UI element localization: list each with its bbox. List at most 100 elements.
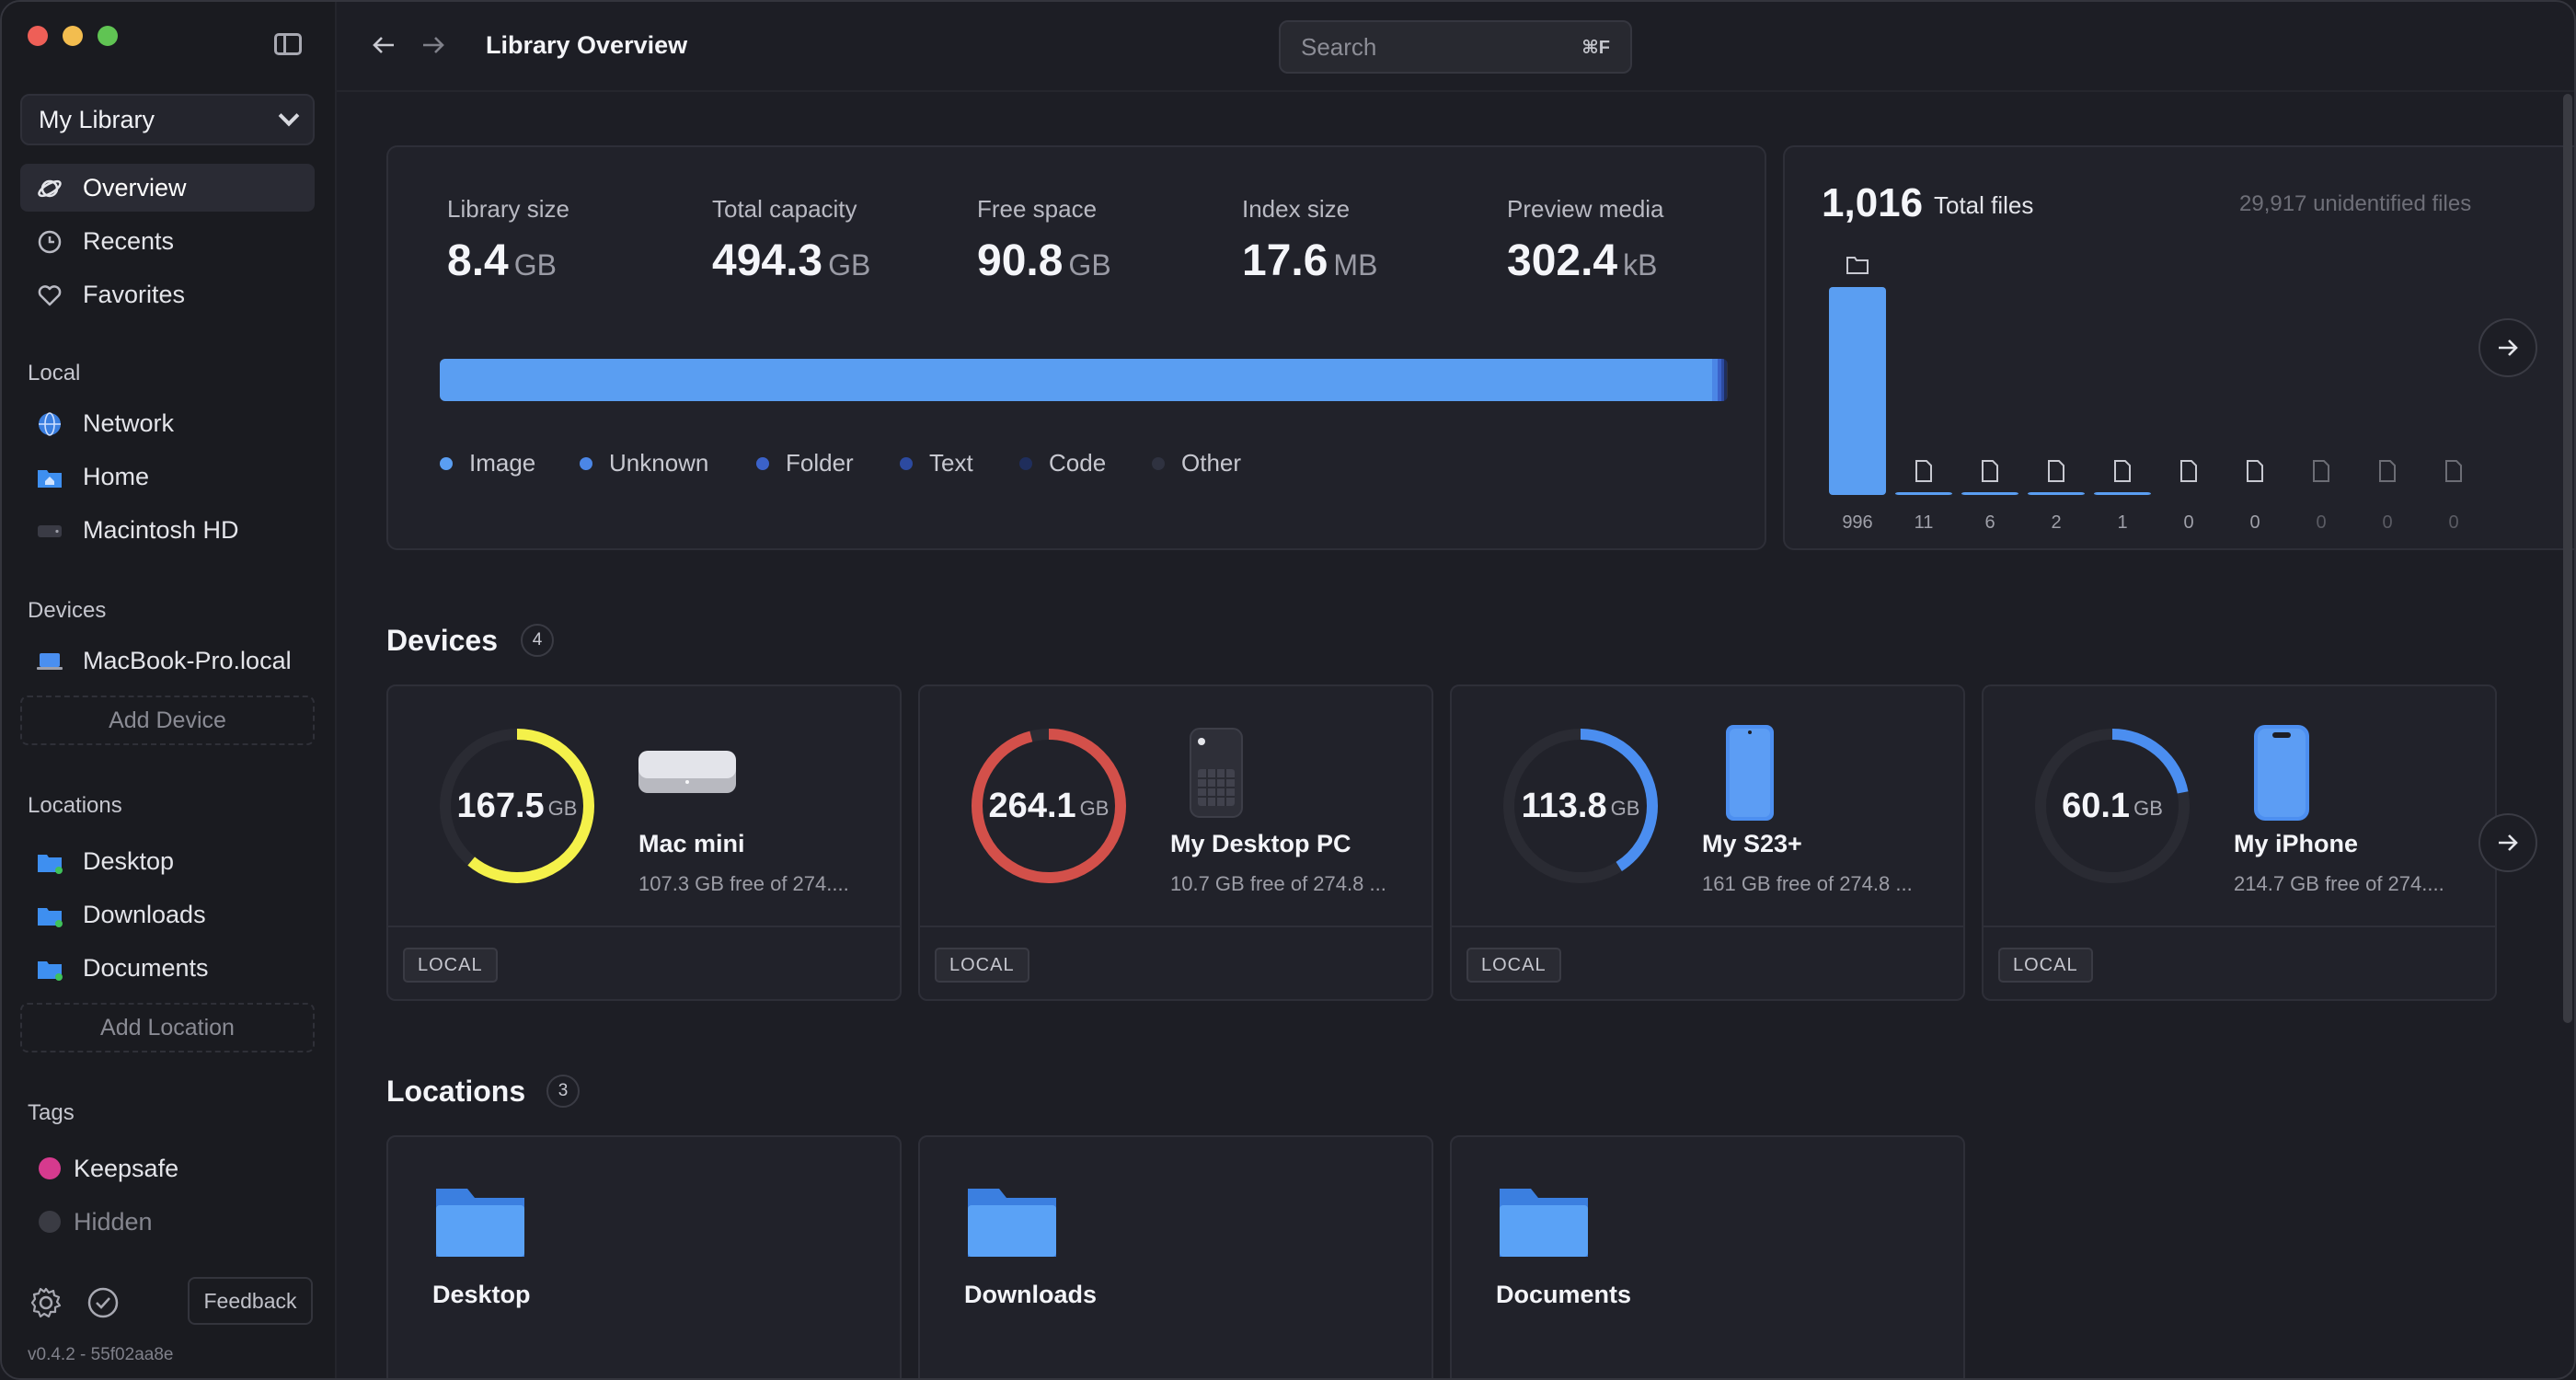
device-name: My Desktop PC [1170, 830, 1351, 857]
add-location-button[interactable]: Add Location [20, 1003, 315, 1052]
stat-value-total-capacity: 494.3 GB [712, 236, 871, 285]
globe-icon [39, 412, 61, 436]
sidebar-item-desktop[interactable]: Desktop [20, 837, 315, 885]
device-free-space: 10.7 GB free of 274.8 ... [1170, 872, 1386, 895]
library-selector[interactable]: My Library [20, 94, 315, 145]
legend-item-other: Other [1152, 449, 1241, 477]
folder-icon [968, 1189, 1056, 1257]
mac-mini-icon [638, 751, 736, 793]
zoom-window-button[interactable] [98, 26, 118, 46]
sidebar-item-macintosh-hd[interactable]: Macintosh HD [20, 506, 315, 554]
sidebar-item-macbook-pro[interactable]: MacBook-Pro.local [20, 637, 315, 684]
sidebar-item-label: Keepsafe [74, 1154, 179, 1182]
laptop-icon [37, 653, 63, 670]
desktop-tower-icon [1190, 728, 1243, 818]
stat-label: Index size [1242, 195, 1351, 223]
close-window-button[interactable] [28, 26, 48, 46]
device-name: Mac mini [638, 830, 745, 857]
bar-value-label: 0 [2249, 512, 2260, 533]
sidebar-item-tag-hidden[interactable]: Hidden [20, 1198, 315, 1246]
card-divider [1452, 926, 1963, 927]
sidebar-item-label: Home [83, 462, 150, 490]
storage-segment-image [440, 359, 1713, 401]
check-circle-icon[interactable] [86, 1286, 120, 1319]
legend-dot [1152, 456, 1165, 470]
sidebar-toggle-icon[interactable] [274, 33, 302, 55]
feedback-button[interactable]: Feedback [188, 1277, 313, 1325]
folder-icon [1500, 1189, 1588, 1257]
location-name: Desktop [432, 1281, 531, 1308]
text-icon [2114, 460, 2131, 482]
storage-segment-other [1726, 359, 1728, 401]
sidebar-item-documents[interactable]: Documents [20, 944, 315, 992]
stat-value-index-size: 17.6 MB [1242, 236, 1378, 285]
version-label: v0.4.2 - 55f02aa8e [28, 1345, 174, 1364]
unidentified-files-label: 29,917 unidentified files [2239, 191, 2472, 216]
folder-icon [38, 961, 63, 981]
sidebar: My Library Overview Recents Favorites Lo… [2, 2, 337, 1378]
search-shortcut: ⌘F [1581, 37, 1610, 58]
device-card-desktop-pc[interactable]: 264.1 GB My Desktop PC 10.7 GB free of 27… [918, 684, 1433, 1001]
back-arrow-icon[interactable] [370, 31, 397, 59]
sidebar-item-recents[interactable]: Recents [20, 217, 315, 265]
section-label-tags: Tags [28, 1100, 75, 1125]
clock-icon [38, 230, 62, 254]
orbit-icon [38, 179, 62, 198]
location-card-documents[interactable]: Documents [1450, 1135, 1965, 1378]
code-icon [1982, 460, 1998, 482]
sidebar-item-network[interactable]: Network [20, 399, 315, 447]
folder-icon [38, 855, 63, 874]
bar-value-label: 0 [2183, 512, 2193, 533]
vertical-scrollbar[interactable] [2563, 94, 2572, 1023]
devices-count-badge: 4 [521, 624, 554, 657]
next-arrow-button[interactable] [2478, 318, 2537, 377]
bar-unknown [1895, 492, 1952, 495]
sidebar-item-label: Hidden [74, 1207, 153, 1236]
location-card-desktop[interactable]: Desktop [386, 1135, 902, 1378]
legend-dot [756, 456, 769, 470]
stat-label: Free space [977, 195, 1098, 223]
local-badge: LOCAL [935, 948, 1029, 983]
location-card-downloads[interactable]: Downloads [918, 1135, 1433, 1378]
add-device-button[interactable]: Add Device [20, 696, 315, 745]
device-card-iphone[interactable]: 60.1 GB My iPhone 214.7 GB free of 274...… [1982, 684, 2497, 1001]
bar-text [2094, 492, 2151, 495]
storage-usage-bar [440, 359, 1728, 401]
arrow-right-icon [2499, 339, 2518, 356]
sidebar-item-home[interactable]: Home [20, 453, 315, 500]
file-types-chart: 996 11 6 2 1 0 0 0 0 0 [1829, 257, 2462, 533]
device-card-s23[interactable]: 113.8 GB My S23+ 161 GB free of 274.8 ...… [1450, 684, 1965, 1001]
device-card-mac-mini[interactable]: 167.5 GB Mac mini 107.3 GB free of 274...… [386, 684, 902, 1001]
search-placeholder: Search [1301, 32, 1377, 61]
sidebar-item-label: Overview [83, 173, 187, 201]
legend-item-text: Text [900, 449, 973, 477]
sidebar-item-label: Desktop [83, 846, 175, 875]
device-free-space: 161 GB free of 274.8 ... [1702, 872, 1913, 895]
device-name: My iPhone [2234, 830, 2359, 857]
minimize-window-button[interactable] [63, 26, 83, 46]
stat-value-library-size: 8.4 GB [447, 236, 557, 285]
local-badge: LOCAL [403, 948, 498, 983]
archive-icon [2180, 460, 2197, 482]
app-window: My Library Overview Recents Favorites Lo… [0, 0, 2576, 1380]
home-folder-icon [38, 470, 62, 488]
iphone-icon [2254, 725, 2309, 821]
card-divider [920, 926, 1432, 927]
devices-next-arrow-button[interactable] [2478, 813, 2537, 872]
sidebar-item-tag-keepsafe[interactable]: Keepsafe [20, 1144, 315, 1192]
sidebar-item-label: Network [83, 408, 175, 437]
legend-dot [580, 456, 592, 470]
forward-arrow-icon[interactable] [420, 31, 447, 59]
bar-value-label: 2 [2051, 512, 2061, 533]
stat-value-free-space: 90.8 GB [977, 236, 1111, 285]
gear-icon[interactable] [29, 1286, 63, 1319]
sidebar-item-label: Macintosh HD [83, 515, 239, 544]
stat-label: Library size [447, 195, 569, 223]
search-input[interactable]: Search ⌘F [1279, 20, 1632, 74]
page-title: Library Overview [486, 31, 688, 59]
sidebar-item-downloads[interactable]: Downloads [20, 891, 315, 938]
bar-code [1961, 492, 2018, 495]
bar-value-label: 6 [1984, 512, 1995, 533]
sidebar-item-favorites[interactable]: Favorites [20, 270, 315, 318]
sidebar-item-overview[interactable]: Overview [20, 164, 315, 212]
